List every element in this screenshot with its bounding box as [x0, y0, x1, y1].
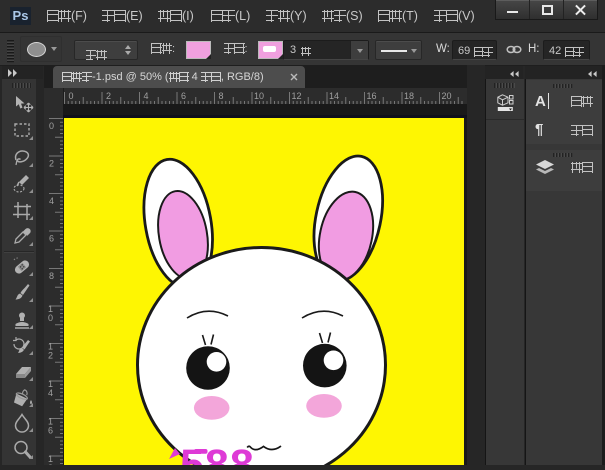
svg-text:6: 6 — [48, 426, 53, 436]
svg-text:2: 2 — [49, 159, 54, 169]
svg-text:8: 8 — [49, 271, 54, 281]
svg-text:18: 18 — [404, 91, 414, 101]
svg-text:6: 6 — [49, 234, 54, 244]
svg-text:4: 4 — [49, 196, 54, 206]
svg-text:0: 0 — [69, 91, 74, 101]
svg-text:2: 2 — [106, 91, 111, 101]
svg-text:2: 2 — [48, 351, 53, 361]
svg-text:4: 4 — [48, 388, 53, 398]
svg-text:8: 8 — [219, 91, 224, 101]
svg-text:588: 588 — [180, 441, 255, 465]
svg-text:10: 10 — [254, 91, 264, 101]
svg-text:4: 4 — [144, 91, 149, 101]
svg-text:14: 14 — [329, 91, 339, 101]
svg-text:12: 12 — [292, 91, 302, 101]
svg-text:0: 0 — [48, 313, 53, 323]
svg-text:16: 16 — [367, 91, 377, 101]
svg-text:6: 6 — [181, 91, 186, 101]
svg-text:20: 20 — [442, 91, 452, 101]
svg-text:0: 0 — [49, 121, 54, 131]
